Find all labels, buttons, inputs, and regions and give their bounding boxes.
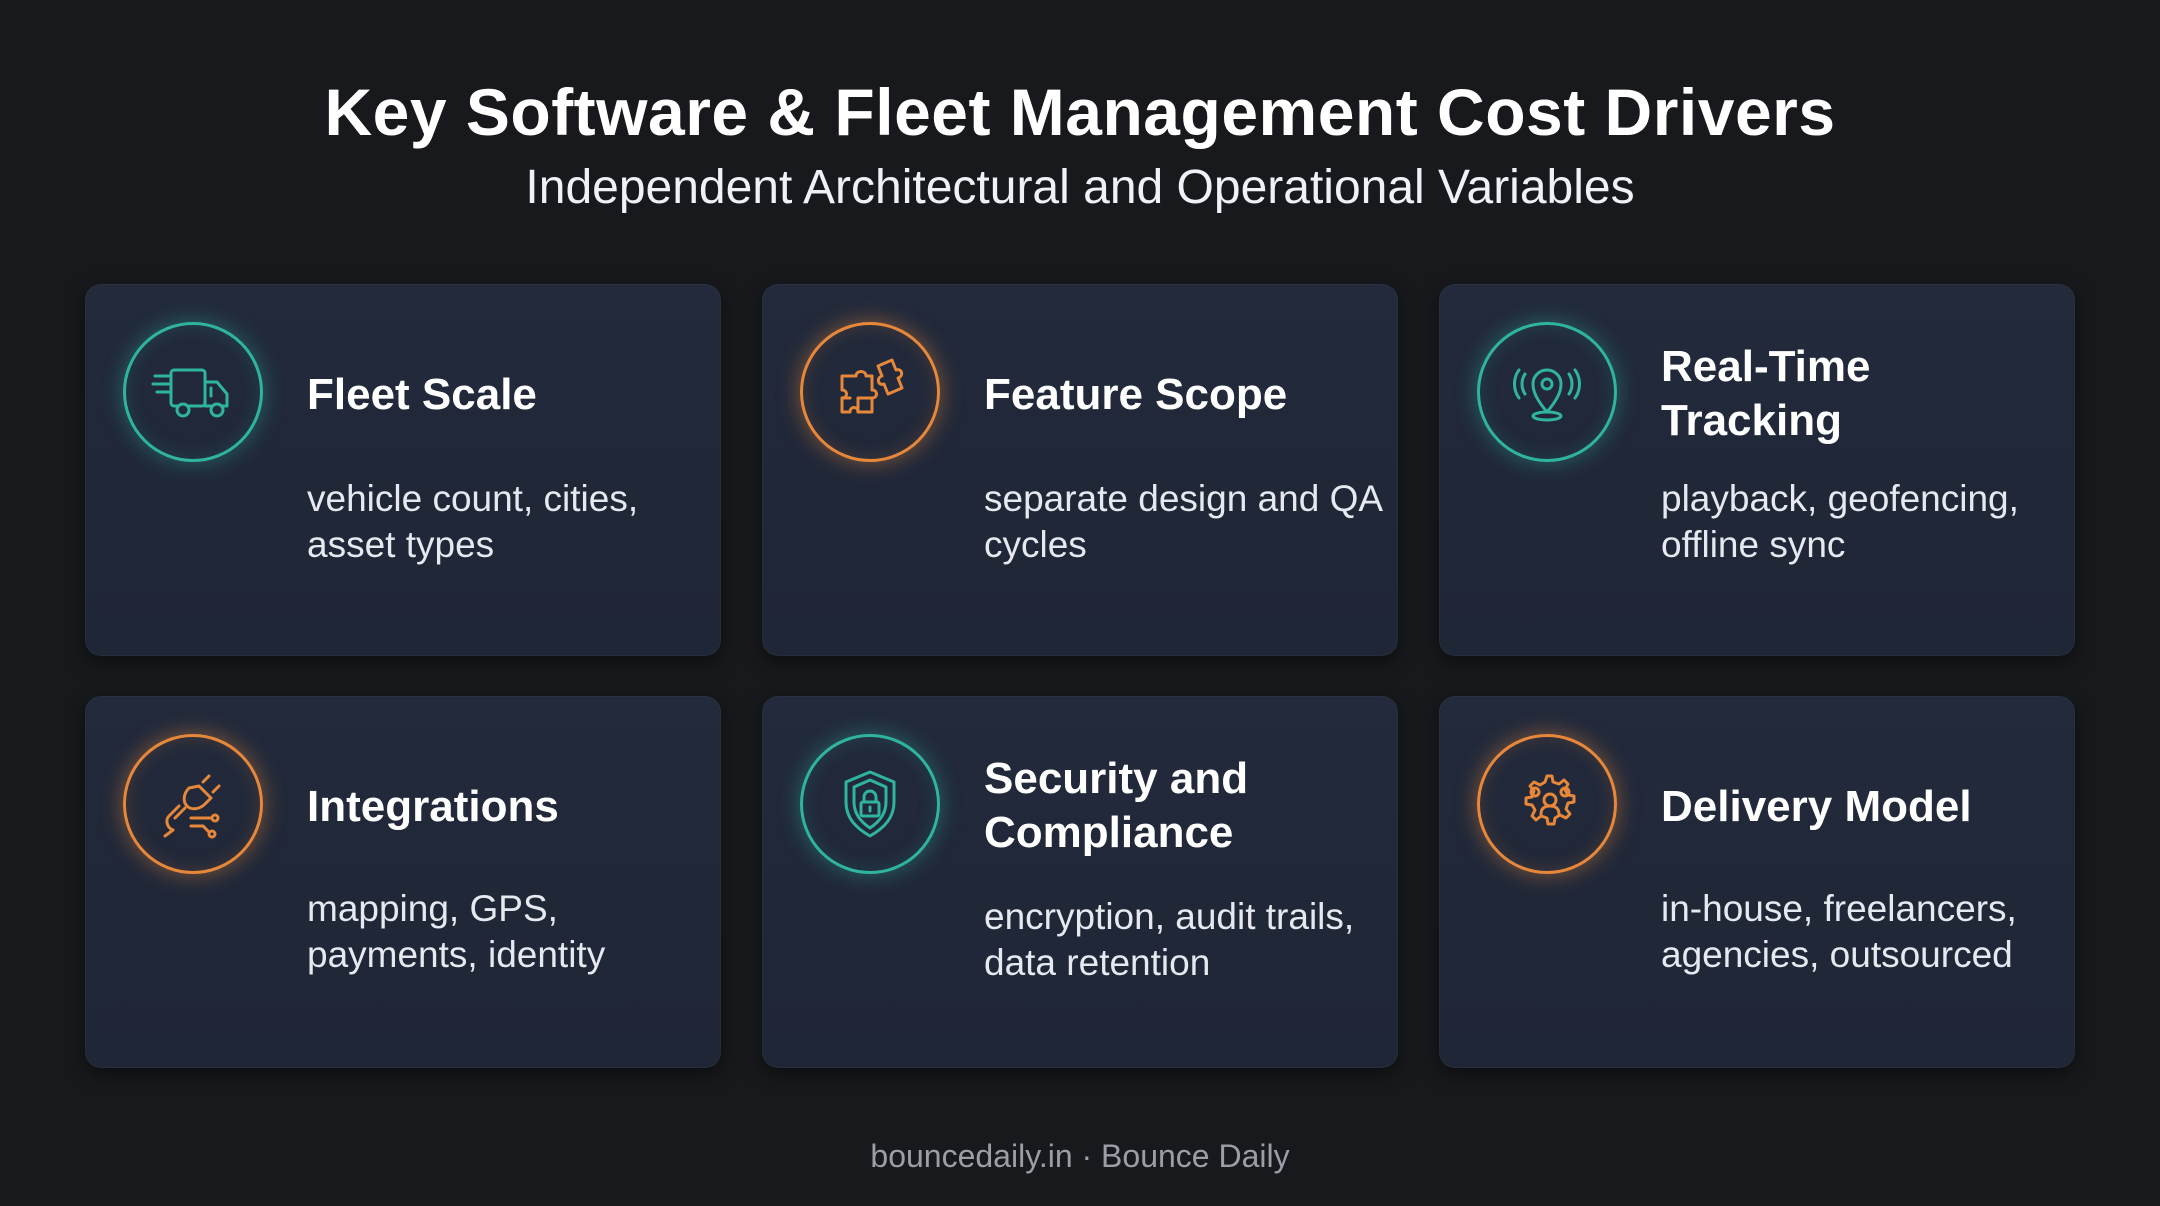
card-description: separate design and QA cycles bbox=[984, 478, 1382, 565]
card-fleet-scale: Fleet Scale vehicle count, cities, asset… bbox=[85, 284, 721, 656]
card-description: vehicle count, cities, asset types bbox=[307, 478, 639, 565]
card-delivery-model: Delivery Model in-house, freelancers, ag… bbox=[1439, 696, 2075, 1068]
cost-driver-grid: Fleet Scale vehicle count, cities, asset… bbox=[85, 284, 2077, 1068]
card-title: Delivery Model bbox=[1661, 782, 1972, 831]
page-title: Key Software & Fleet Management Cost Dri… bbox=[324, 75, 1836, 149]
card-integrations: Integrations mapping, GPS, payments, ide… bbox=[85, 696, 721, 1068]
puzzle-icon bbox=[800, 322, 940, 462]
shield-lock-icon bbox=[800, 734, 940, 874]
card-feature-scope: Feature Scope separate design and QA cyc… bbox=[762, 284, 1398, 656]
card-title: Fleet Scale bbox=[307, 370, 537, 419]
card-description: in-house, freelancers, agencies, outsour… bbox=[1661, 888, 2017, 975]
card-description: mapping, GPS, payments, identity bbox=[307, 888, 606, 975]
card-description: playback, geofencing, offline sync bbox=[1661, 478, 2019, 565]
card-title: Integrations bbox=[307, 782, 559, 831]
card-description: encryption, audit trails, data retention bbox=[984, 896, 1355, 983]
card-real-time-tracking: Real-Time Tracking playback, geofencing,… bbox=[1439, 284, 2075, 656]
delivery-truck-icon bbox=[123, 322, 263, 462]
card-title: Real-Time Tracking bbox=[1661, 342, 1871, 445]
location-pin-icon bbox=[1477, 322, 1617, 462]
card-title: Feature Scope bbox=[984, 370, 1288, 419]
team-gear-icon bbox=[1477, 734, 1617, 874]
card-title: Security and Compliance bbox=[984, 754, 1249, 857]
page-subtitle: Independent Architectural and Operationa… bbox=[525, 161, 1635, 214]
footer-credit: bouncedaily.in · Bounce Daily bbox=[870, 1138, 1290, 1174]
infographic-page: Key Software & Fleet Management Cost Dri… bbox=[0, 0, 2160, 1206]
plug-icon bbox=[123, 734, 263, 874]
card-security-compliance: Security and Compliance encryption, audi… bbox=[762, 696, 1398, 1068]
